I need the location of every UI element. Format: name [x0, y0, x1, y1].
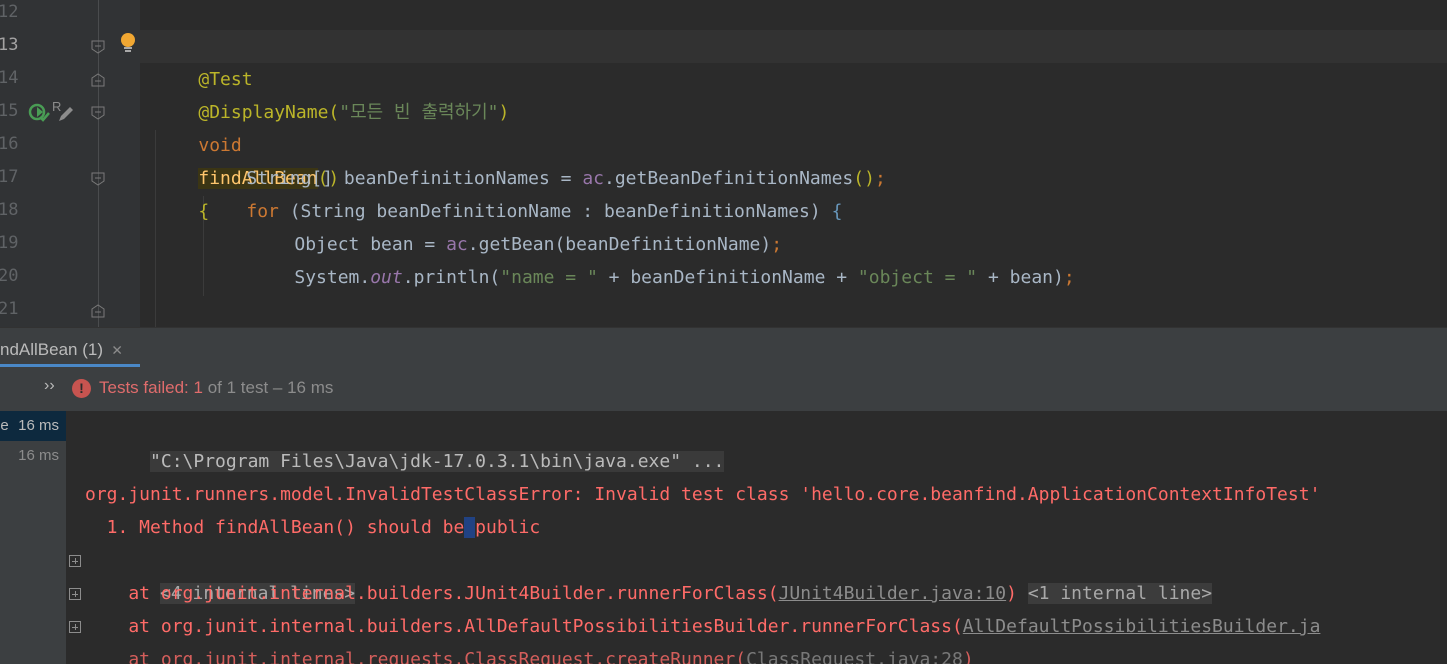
expand-internal-lines-icon[interactable]: [69, 555, 81, 567]
code-text: System.: [294, 267, 371, 288]
tests-failed-count: 1: [193, 378, 203, 397]
test-duration: 16 ms: [18, 447, 59, 464]
error-icon: !: [72, 379, 91, 398]
console-output[interactable]: "C:\Program Files\Java\jdk-17.0.3.1\bin\…: [66, 411, 1447, 664]
test-tree: ne 16 ms 16 ms: [0, 411, 66, 664]
console-line: "C:\Program Files\Java\jdk-17.0.3.1\bin\…: [85, 412, 725, 472]
test-tree-row[interactable]: 16 ms: [0, 441, 66, 471]
console-line: <4 internal lines>: [95, 544, 356, 604]
code-line-13[interactable]: @Test: [155, 30, 252, 90]
parens: (): [853, 168, 875, 189]
line-number: 13: [0, 35, 19, 55]
source-link[interactable]: AllDefaultPossibilitiesBuilder.ja: [963, 616, 1321, 637]
console-line: at org.junit.internal.builders.JUnit4Bui…: [85, 577, 1213, 610]
code-line-15[interactable]: void findAllBean() {: [155, 96, 339, 222]
line-number: 12: [0, 2, 19, 22]
code-text: .println(: [402, 267, 501, 288]
java-command[interactable]: "C:\Program Files\Java\jdk-17.0.3.1\bin\…: [150, 451, 725, 472]
source-link[interactable]: JUnit4Builder.java:10: [779, 583, 1007, 604]
semicolon: ;: [1063, 267, 1075, 288]
code-line-16[interactable]: String[] beanDefinitionNames = ac.getBea…: [203, 129, 885, 189]
console-line: at org.junit.internal.builders.AllDefaul…: [85, 610, 1320, 643]
fold-end-icon[interactable]: [91, 304, 105, 318]
line-number: 16: [0, 134, 19, 154]
stack-frame: at org.junit.internal.builders.AllDefaul…: [85, 616, 963, 637]
run-tab[interactable]: ndAllBean (1): [0, 328, 113, 368]
line-number: 15: [0, 101, 19, 121]
fold-start-icon[interactable]: [91, 106, 105, 120]
text-caret: [464, 517, 476, 538]
static-field: out: [370, 267, 403, 288]
edit-icon[interactable]: [56, 104, 76, 124]
code-text: + bean): [977, 267, 1064, 288]
console-line: org.junit.runners.model.InvalidTestClass…: [85, 484, 1321, 505]
error-message: 1. Method findAllBean() should be: [85, 517, 465, 538]
lightbulb-icon[interactable]: [118, 31, 138, 55]
test-duration: 16 ms: [18, 417, 59, 434]
code-line-14[interactable]: @DisplayName("모든 빈 출력하기"): [155, 63, 509, 123]
run-test-passed-icon[interactable]: [28, 102, 52, 124]
code-line-17[interactable]: for (String beanDefinitionName : beanDef…: [203, 162, 842, 222]
expand-chevron-icon[interactable]: ››: [44, 377, 55, 395]
expand-internal-lines-icon[interactable]: [69, 588, 81, 600]
run-tab-bar: ndAllBean (1) ✕: [0, 327, 1447, 367]
stack-frame: at org.junit.internal.builders.JUnit4Bui…: [85, 583, 779, 604]
code-line-18[interactable]: Object bean = ac.getBean(beanDefinitionN…: [251, 195, 782, 255]
line-number: 20: [0, 266, 19, 286]
line-number: 14: [0, 68, 19, 88]
run-tab-label: ndAllBean (1): [0, 340, 104, 359]
test-tree-name: ne: [0, 417, 9, 434]
expand-internal-lines-icon[interactable]: [69, 621, 81, 633]
line-number: 21: [0, 299, 19, 319]
fold-start-icon[interactable]: [91, 172, 105, 186]
error-message: public: [475, 517, 541, 538]
tests-failed-label: Tests failed:: [99, 378, 194, 397]
semicolon: ;: [874, 168, 886, 189]
console-line: 1. Method findAllBean() should be public: [85, 511, 540, 544]
line-number: 18: [0, 200, 19, 220]
line-number: 19: [0, 233, 19, 253]
source-link[interactable]: ClassRequest.java:28: [746, 649, 963, 664]
internal-lines-chip[interactable]: <1 internal line>: [1027, 583, 1213, 604]
annotation: ): [498, 102, 510, 123]
code-text: + beanDefinitionName +: [597, 267, 858, 288]
test-status-bar: ›› ! Tests failed: 1 of 1 test – 16 ms: [0, 367, 1447, 411]
string-literal: "name = ": [500, 267, 598, 288]
code-editor[interactable]: 12 13 14 15 16 17 18 19 20 21 R @Test @D…: [0, 0, 1447, 327]
test-status-text: Tests failed: 1 of 1 test – 16 ms: [99, 378, 333, 398]
code-line-21[interactable]: }: [203, 294, 257, 327]
string-literal: "object = ": [857, 267, 978, 288]
line-number: 17: [0, 167, 19, 187]
fold-start-icon[interactable]: [91, 40, 105, 54]
code-line-19[interactable]: System.out.println("name = " + beanDefin…: [251, 228, 1074, 288]
stack-frame: ): [1006, 583, 1017, 604]
stack-frame: ): [962, 649, 974, 664]
string-literal: "모든 빈 출력하기": [339, 102, 499, 123]
test-tree-row[interactable]: ne 16 ms: [0, 411, 66, 441]
fold-end-icon[interactable]: [91, 73, 105, 87]
stack-frame: at org.junit.internal.requests.ClassRequ…: [85, 649, 747, 664]
tests-summary: of 1 test – 16 ms: [202, 378, 334, 397]
brace: {: [831, 201, 843, 222]
run-tool-window: ndAllBean (1) ✕ ›› ! Tests failed: 1 of …: [0, 327, 1447, 664]
console-line: at org.junit.internal.requests.ClassRequ…: [85, 643, 974, 664]
